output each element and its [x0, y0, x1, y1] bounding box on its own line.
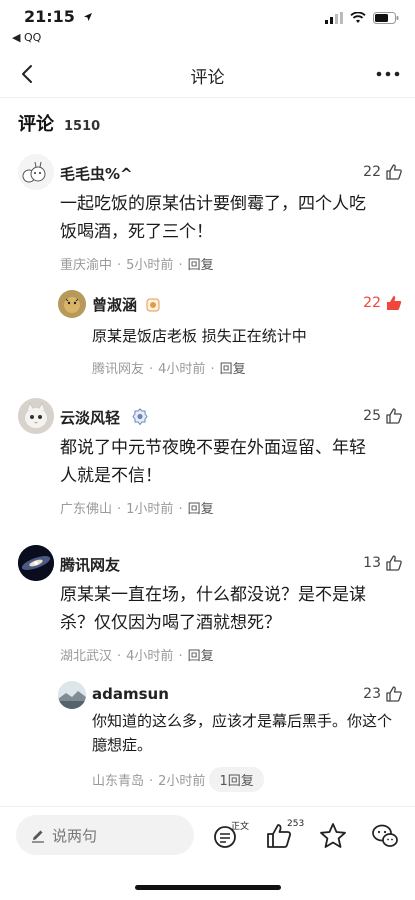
comment-time: 4小时前 — [126, 649, 174, 664]
reply-button[interactable]: 回复 — [188, 258, 214, 273]
wifi-icon — [350, 12, 366, 23]
comment-time: 1小时前 — [126, 502, 174, 517]
reply-username[interactable]: adamsun — [92, 685, 169, 703]
thumbs-up-icon — [386, 555, 402, 571]
comment-input-placeholder: 说两句 — [52, 826, 98, 845]
reply-text: 原某是饭店老板 损失正在统计中 — [92, 327, 307, 345]
text-badge: 正文 — [231, 822, 250, 832]
comments-title: 评论 — [18, 114, 54, 135]
like-count: 22 — [363, 295, 381, 311]
thumbs-up-icon — [386, 408, 402, 424]
comment-location: 广东佛山 — [60, 502, 113, 517]
wechat-share-icon[interactable] — [370, 821, 400, 851]
like-button[interactable]: 13 — [363, 554, 403, 572]
avatar[interactable] — [18, 154, 54, 190]
reply-time: 2小时前 — [158, 774, 206, 789]
comment-meta: 湖北武汉 · 4小时前 · 回复 — [60, 649, 214, 664]
verified-badge-icon — [132, 408, 148, 426]
comment-meta: 重庆渝中 · 5小时前 · 回复 — [60, 258, 214, 273]
comment-location: 湖北武汉 — [60, 649, 113, 664]
battery-icon — [373, 12, 399, 24]
like-count: 22 — [363, 164, 381, 180]
comment-text: 都说了中元节夜晚不要在外面逗留、年轻人就是不信！ — [60, 438, 366, 486]
reply-button[interactable]: 回复 — [188, 502, 214, 517]
reply-count-button[interactable]: 1回复 — [209, 767, 264, 792]
comment-location: 重庆渝中 — [60, 258, 113, 273]
like-count: 13 — [363, 555, 381, 571]
page-title: 评论 — [190, 68, 225, 88]
comment-time: 5小时前 — [126, 258, 174, 273]
comment-meta: 广东佛山 · 1小时前 · 回复 — [60, 502, 214, 517]
reply-item: 曾淑涵 22 原某是饭店老板 损失正在统计中 腾讯网友 · 4小时前 · 回复 — [58, 288, 415, 378]
comment-item: 云淡风轻 25 都说了中元节夜晚不要在外面逗留、年轻人就是不信！ 广东佛山 · 1小… — [0, 398, 415, 528]
reply-username[interactable]: 曾淑涵 — [92, 294, 160, 315]
comments-header: 评论 1510 — [18, 110, 100, 136]
bottom-bar: 说两句 正文 253 — [0, 806, 415, 866]
comments-count: 1510 — [64, 119, 101, 134]
status-icons — [325, 12, 399, 24]
reply-meta: 腾讯网友 · 4小时前 · 回复 — [92, 362, 246, 377]
avatar[interactable] — [18, 545, 54, 581]
reply-time: 4小时前 — [158, 362, 206, 377]
reply-location: 山东青岛 — [92, 774, 145, 789]
comment-text: 原某某一直在场，什么都没说？是不是谋杀？仅仅因为喝了酒就想死？ — [60, 585, 366, 633]
reply-item: adamsun 23 你知道的这么多，应该才是幕后黑手。你这个臆想症。 山东青岛… — [58, 679, 415, 792]
like-button[interactable]: 22 — [363, 294, 403, 312]
reply-meta: 山东青岛 · 2小时前 1回复 — [92, 767, 264, 792]
reply-button[interactable]: 回复 — [220, 362, 246, 377]
thumbs-up-icon — [386, 686, 402, 702]
status-bar: 21:15 ◀ QQ — [0, 0, 415, 46]
like-button[interactable]: 22 — [363, 163, 403, 181]
landscape-avatar-icon — [58, 681, 86, 709]
galaxy-avatar-icon — [18, 545, 54, 581]
caterpillar-avatar-icon — [22, 161, 46, 183]
home-indicator[interactable] — [135, 885, 281, 890]
comment-item: 腾讯网友 13 原某某一直在场，什么都没说？是不是谋杀？仅仅因为喝了酒就想死？ … — [0, 545, 415, 795]
like-count: 23 — [363, 686, 381, 702]
reply-text: 你知道的这么多，应该才是幕后黑手。你这个臆想症。 — [92, 712, 393, 754]
tiger-avatar-icon — [58, 290, 86, 318]
pencil-icon — [32, 830, 44, 843]
comment-text: 一起吃饭的原某估计要倒霉了，四个人吃饭喝酒，死了三个！ — [60, 194, 366, 242]
comment-input[interactable]: 说两句 — [16, 815, 194, 855]
like-count-badge: 253 — [287, 819, 305, 829]
avatar[interactable] — [18, 398, 54, 434]
thumbs-up-icon — [386, 164, 402, 180]
status-time: 21:15 — [24, 7, 93, 26]
location-arrow-icon — [83, 13, 92, 21]
signal-icon — [325, 12, 343, 24]
cat-avatar-icon — [18, 398, 54, 434]
star-icon[interactable] — [318, 821, 348, 851]
avatar[interactable] — [58, 681, 86, 709]
nav-bar: 评论 — [0, 50, 415, 98]
more-icon[interactable] — [375, 64, 401, 84]
like-button[interactable]: 25 — [363, 407, 403, 425]
reply-location: 腾讯网友 — [92, 362, 145, 377]
thumbs-up-filled-icon — [387, 296, 402, 310]
comment-username[interactable]: 云淡风轻 — [60, 407, 149, 428]
like-button[interactable]: 23 — [363, 685, 403, 703]
reply-button[interactable]: 回复 — [188, 649, 214, 664]
level-badge-icon — [146, 298, 160, 312]
comment-username[interactable]: 毛毛虫%^ — [60, 163, 133, 184]
comment-username[interactable]: 腾讯网友 — [60, 554, 120, 575]
like-count: 25 — [363, 408, 381, 424]
avatar[interactable] — [58, 290, 86, 318]
back-to-qq-link[interactable]: ◀ QQ — [12, 31, 41, 44]
